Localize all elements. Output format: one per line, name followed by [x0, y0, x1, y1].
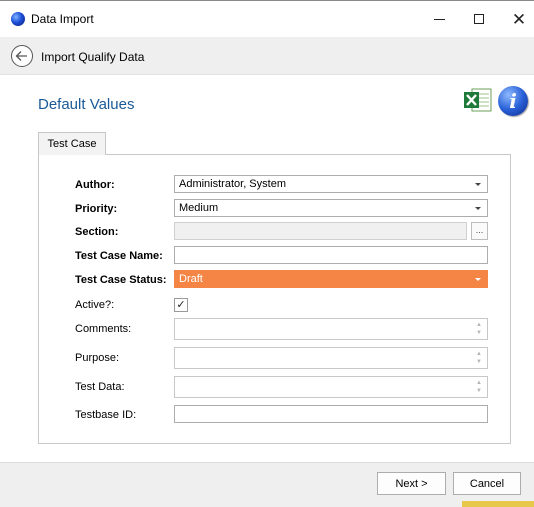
excel-icon[interactable] [463, 86, 493, 114]
background-window-strip [462, 501, 534, 507]
spin-arrows-icon: ▲ ▼ [476, 380, 482, 394]
test-case-status-label: Test Case Status: [75, 274, 167, 286]
app-globe-icon [11, 12, 25, 26]
test-case-name-input[interactable] [174, 246, 488, 264]
page-title: Default Values [38, 96, 135, 113]
purpose-input[interactable]: ▲ ▼ [174, 347, 488, 369]
chevron-down-icon [475, 183, 481, 186]
close-icon: ✕ [511, 9, 527, 29]
next-button[interactable]: Next > [377, 472, 446, 495]
active-checkbox[interactable]: ✓ [174, 298, 188, 312]
author-label: Author: [75, 179, 115, 191]
window-title: Data Import [31, 12, 94, 26]
author-select[interactable]: Administrator, System [174, 175, 488, 193]
wizard-title: Import Qualify Data [41, 50, 145, 64]
priority-label: Priority: [75, 203, 118, 215]
chevron-down-icon [475, 278, 481, 281]
test-case-status-value: Draft [179, 273, 203, 285]
spin-arrows-icon: ▲ ▼ [476, 322, 482, 336]
active-label: Active?: [75, 299, 115, 311]
comments-label: Comments: [75, 323, 132, 335]
author-value: Administrator, System [179, 178, 286, 190]
testbase-id-label: Testbase ID: [75, 409, 137, 421]
testbase-id-input[interactable] [174, 405, 488, 423]
maximize-button[interactable] [464, 7, 494, 31]
back-button[interactable] [11, 45, 33, 67]
comments-input[interactable]: ▲ ▼ [174, 318, 488, 340]
minimize-button[interactable] [424, 7, 454, 31]
title-bar: Data Import ✕ [0, 0, 534, 36]
section-label: Section: [75, 226, 119, 238]
purpose-label: Purpose: [75, 352, 120, 364]
priority-value: Medium [179, 202, 219, 214]
section-browse-button[interactable]: ... [471, 222, 488, 240]
test-data-input[interactable]: ▲ ▼ [174, 376, 488, 398]
wizard-header: Import Qualify Data [0, 37, 534, 75]
back-arrow-icon [15, 51, 27, 61]
info-icon[interactable]: i [498, 86, 528, 116]
test-case-name-label: Test Case Name: [75, 250, 163, 262]
spin-arrows-icon: ▲ ▼ [476, 351, 482, 365]
test-case-status-select[interactable]: Draft [174, 270, 488, 288]
maximize-icon [474, 14, 484, 24]
cancel-button[interactable]: Cancel [453, 472, 521, 495]
close-button[interactable]: ✕ [504, 7, 534, 31]
priority-select[interactable]: Medium [174, 199, 488, 217]
minimize-icon [433, 18, 445, 20]
section-field [174, 222, 467, 240]
chevron-down-icon [475, 207, 481, 210]
tab-test-case[interactable]: Test Case [38, 132, 106, 155]
test-data-label: Test Data: [75, 381, 125, 393]
